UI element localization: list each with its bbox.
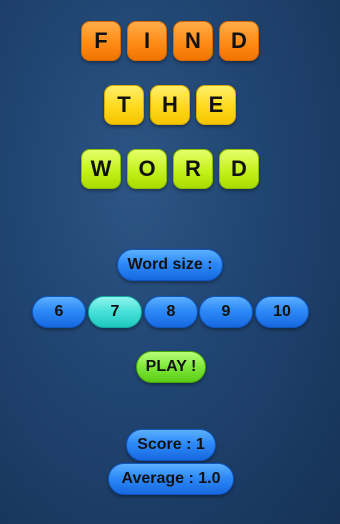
title-letter-tile: R [173,149,213,189]
title-row-word: W O R D [0,149,340,189]
title-letter-tile: H [150,85,190,125]
title-letter-tile: D [219,21,259,61]
average-display: Average : 1.0 [108,463,234,495]
title-letter-tile: O [127,149,167,189]
title-letter-tile: W [81,149,121,189]
title-letter-tile: E [196,85,236,125]
title-letter-tile: T [104,85,144,125]
word-size-option-7[interactable]: 7 [88,296,142,328]
word-size-label: Word size : [117,249,223,281]
word-size-option-9[interactable]: 9 [199,296,253,328]
title-row-the: T H E [0,85,340,125]
title-letter-tile: D [219,149,259,189]
title-letter-tile: F [81,21,121,61]
word-size-option-8[interactable]: 8 [144,296,198,328]
title-letter-tile: N [173,21,213,61]
word-size-option-6[interactable]: 6 [32,296,86,328]
title-letter-tile: I [127,21,167,61]
score-display: Score : 1 [126,429,216,461]
play-button[interactable]: PLAY ! [136,351,206,383]
word-size-option-10[interactable]: 10 [255,296,309,328]
title-row-find: F I N D [0,21,340,61]
